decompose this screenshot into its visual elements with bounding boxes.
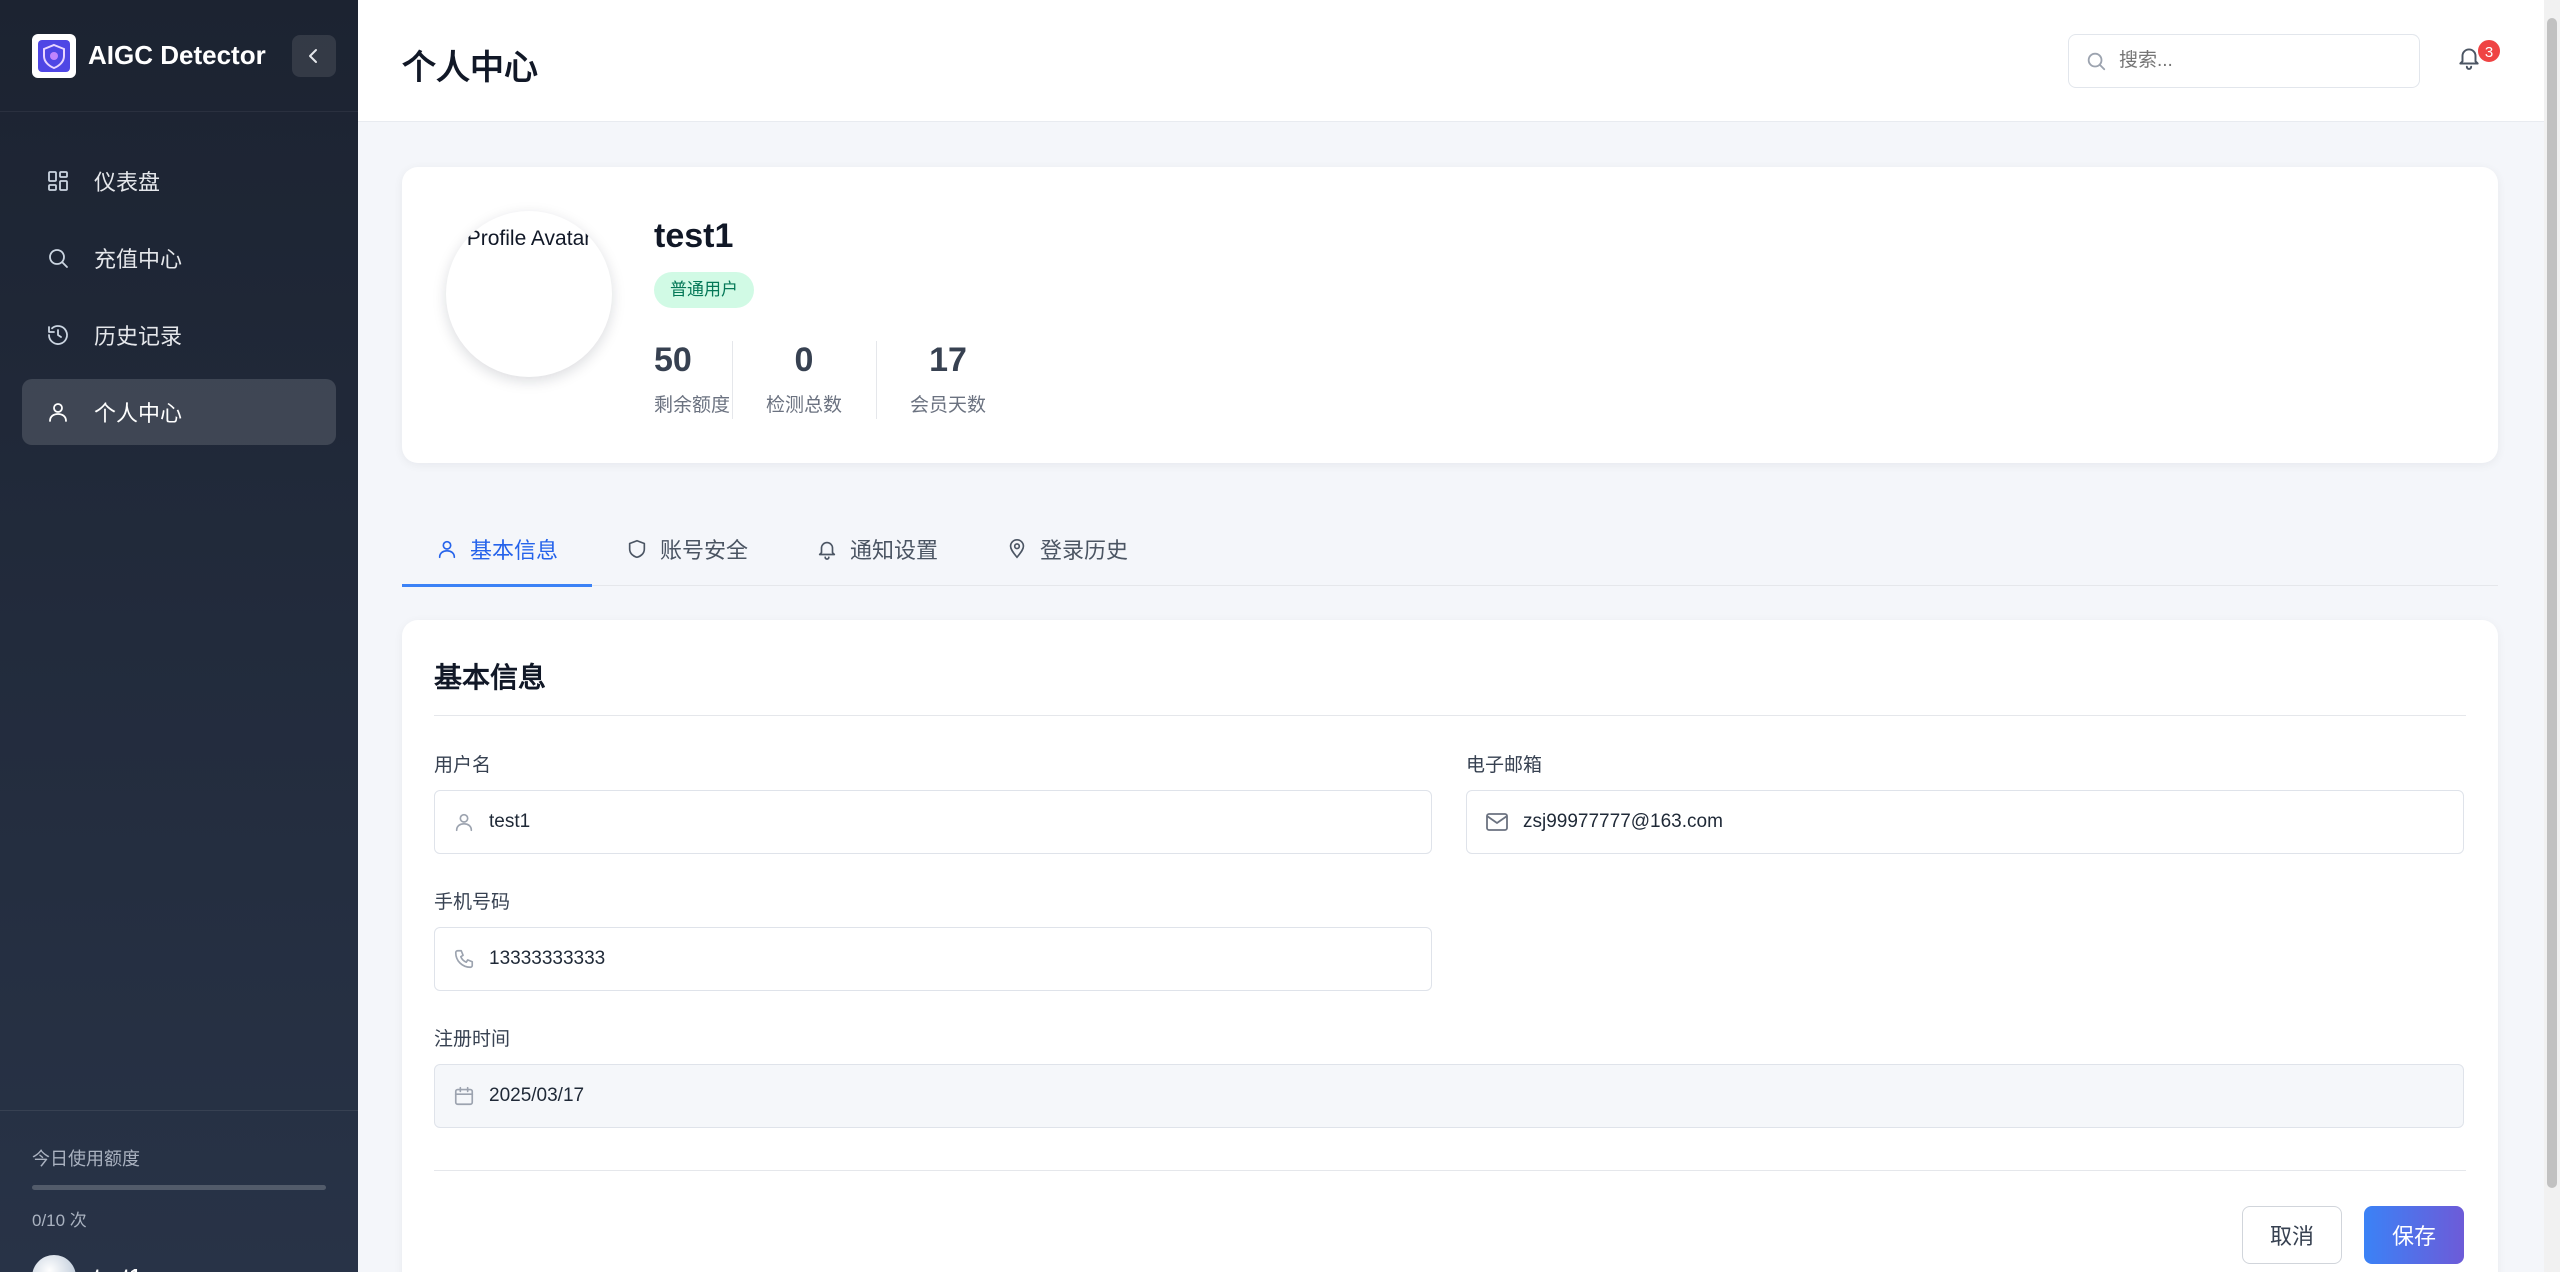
stat-value: 50 — [654, 341, 692, 379]
user-icon — [453, 811, 475, 833]
tab-notification-settings[interactable]: 通知设置 — [782, 512, 972, 586]
stat-value: 0 — [794, 341, 814, 379]
top-header: 个人中心 3 — [358, 0, 2544, 122]
search-box[interactable] — [2068, 34, 2420, 88]
save-button[interactable]: 保存 — [2364, 1206, 2464, 1264]
profile-username: test1 — [654, 217, 734, 255]
stat-label: 剩余额度 — [654, 395, 731, 416]
tab-label: 通知设置 — [850, 538, 939, 563]
tab-account-security[interactable]: 账号安全 — [592, 512, 782, 586]
tab-label: 账号安全 — [660, 538, 749, 563]
page-title: 个人中心 — [402, 49, 538, 87]
phone-field[interactable]: 13333333333 — [434, 927, 1432, 991]
quota-text: 0/10 次 — [32, 1211, 87, 1230]
brand: AIGC Detector — [0, 0, 358, 112]
stat-member-days: 17 会员天数 — [876, 341, 1020, 419]
stat-value: 17 — [929, 341, 967, 379]
sidebar-item-label: 仪表盘 — [94, 170, 161, 195]
tab-basic-info[interactable]: 基本信息 — [402, 512, 593, 587]
email-label: 电子邮箱 — [1466, 755, 1543, 776]
user-icon — [436, 538, 458, 560]
username-value: test1 — [489, 811, 531, 832]
notification-badge: 3 — [2476, 38, 2502, 64]
sidebar-item-label: 个人中心 — [94, 401, 183, 426]
collapse-sidebar-button[interactable] — [292, 34, 336, 77]
phone-label: 手机号码 — [434, 892, 511, 913]
sidebar-item-history[interactable]: 历史记录 — [22, 302, 336, 368]
cancel-button[interactable]: 取消 — [2242, 1206, 2342, 1264]
sidebar-item-label: 充值中心 — [94, 247, 183, 272]
dashboard-icon — [44, 167, 72, 195]
bell-icon — [816, 538, 838, 560]
tab-label: 登录历史 — [1040, 538, 1129, 563]
history-icon — [44, 321, 72, 349]
username-label: 用户名 — [434, 755, 492, 776]
search-input[interactable] — [2119, 50, 2399, 72]
search-icon — [44, 244, 72, 272]
quota-label: 今日使用额度 — [32, 1149, 140, 1169]
role-badge: 普通用户 — [654, 272, 754, 308]
notification-button[interactable]: 3 — [2456, 38, 2502, 76]
sidebar-item-dashboard[interactable]: 仪表盘 — [22, 148, 336, 214]
username-field[interactable]: test1 — [434, 790, 1432, 854]
stat-remaining-quota: 50 剩余额度 — [654, 341, 732, 417]
scrollbar-thumb[interactable] — [2547, 18, 2557, 1188]
profile-avatar[interactable]: Profile Avatar — [446, 211, 612, 377]
sidebar-nav: 仪表盘 充值中心 历史记录 个人中心 — [0, 112, 358, 445]
avatar — [32, 1255, 76, 1272]
phone-value: 13333333333 — [489, 948, 606, 969]
shield-icon — [626, 538, 648, 560]
usage-panel: 今日使用额度 0/10 次 test1 ⌄ — [0, 1110, 358, 1272]
profile-tabs: 基本信息 账号安全 通知设置 登录历史 — [402, 512, 2498, 587]
divider — [434, 1170, 2466, 1171]
avatar-alt-text: Profile Avatar — [466, 227, 592, 250]
location-pin-icon — [1006, 538, 1028, 560]
tab-login-history[interactable]: 登录历史 — [972, 512, 1162, 586]
tab-label: 基本信息 — [470, 538, 559, 563]
register-time-value: 2025/03/17 — [489, 1085, 585, 1106]
stat-label: 检测总数 — [765, 395, 842, 416]
divider — [434, 715, 2466, 716]
page-scrollbar[interactable] — [2544, 0, 2560, 1272]
sidebar: AIGC Detector 仪表盘 充值中心 历史记录 个人中心 今日使用额度 … — [0, 0, 358, 1272]
user-name: test1 — [94, 1266, 141, 1272]
phone-icon — [453, 948, 475, 970]
stat-label: 会员天数 — [909, 395, 986, 416]
chevron-left-icon — [309, 48, 317, 63]
register-time-label: 注册时间 — [434, 1029, 511, 1050]
stat-total-detections: 0 检测总数 — [732, 341, 876, 419]
email-field[interactable]: zsj99977777@163.com — [1466, 790, 2464, 854]
app-name: AIGC Detector — [88, 40, 266, 70]
mail-icon — [1485, 811, 1509, 833]
register-time-field: 2025/03/17 — [434, 1064, 2464, 1128]
profile-card: Profile Avatar test1 普通用户 50 剩余额度 0 检测总数… — [402, 167, 2498, 463]
form-title: 基本信息 — [434, 662, 547, 693]
quota-progress-bar — [32, 1185, 326, 1190]
email-value: zsj99977777@163.com — [1523, 811, 1723, 832]
sidebar-item-label: 历史记录 — [94, 324, 183, 349]
calendar-icon — [453, 1085, 475, 1107]
shield-logo-icon — [32, 33, 76, 78]
search-icon — [2087, 52, 2106, 71]
sidebar-item-recharge[interactable]: 充值中心 — [22, 225, 336, 291]
user-icon — [44, 398, 72, 426]
sidebar-item-profile[interactable]: 个人中心 — [22, 379, 336, 445]
profile-stats: 50 剩余额度 0 检测总数 17 会员天数 — [654, 341, 1020, 419]
user-menu[interactable]: test1 ⌄ — [32, 1255, 307, 1272]
basic-info-form: 基本信息 用户名 test1 电子邮箱 zsj99977777@163.com … — [402, 620, 2498, 1272]
